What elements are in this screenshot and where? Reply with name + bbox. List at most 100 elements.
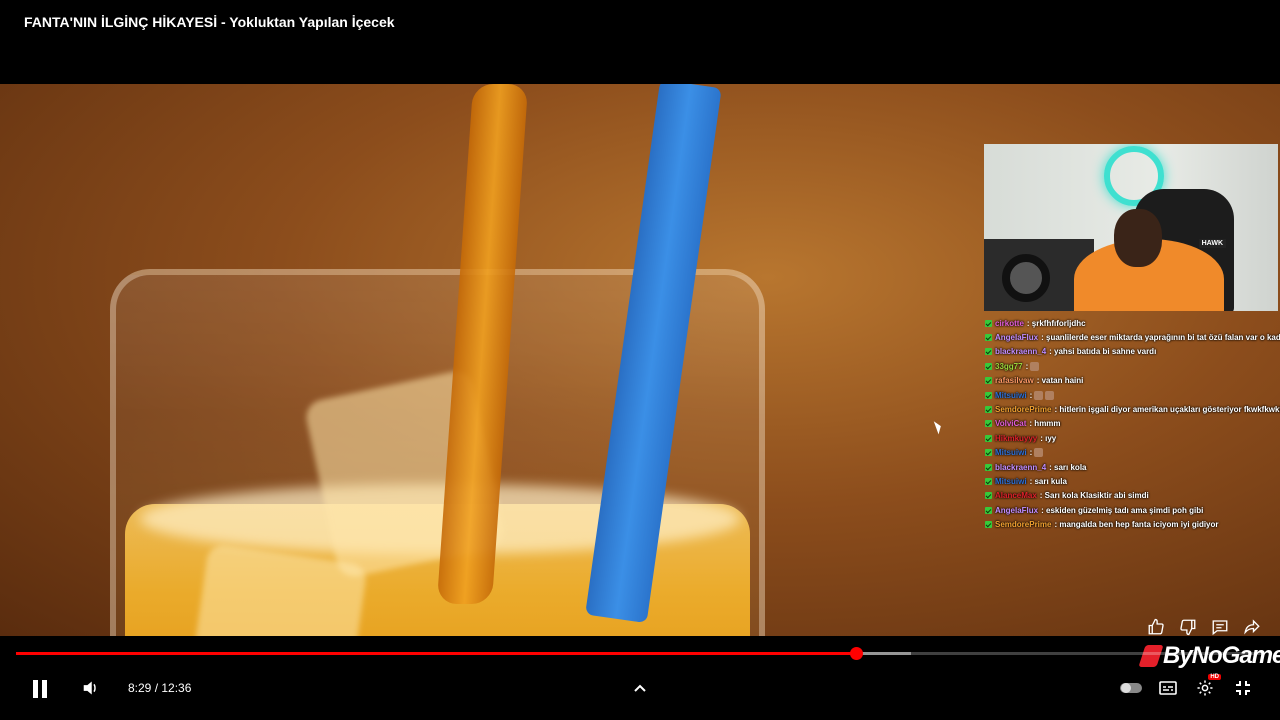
chat-text: : (1029, 390, 1033, 400)
subscriber-badge-icon (985, 506, 992, 514)
chat-username: AlanceMax (995, 491, 1037, 501)
pause-button[interactable] (26, 675, 54, 703)
thumbs-down-icon (1180, 619, 1196, 636)
chat-username: SemdorePrime (995, 405, 1052, 415)
comment-icon (1212, 620, 1228, 636)
subscriber-badge-icon (985, 391, 992, 399)
chat-message: Mitsuiwi: sarı kula (985, 474, 1280, 488)
chat-text: : ıyy (1040, 433, 1057, 443)
progress-scrubber-handle[interactable] (849, 647, 863, 660)
chat-username: Mitsuiwi (995, 448, 1027, 458)
exit-fullscreen-button[interactable] (1230, 676, 1256, 700)
subscriber-badge-icon (985, 362, 992, 370)
steering-wheel-image (1002, 254, 1050, 302)
chat-text: : vatan haini (1036, 376, 1084, 386)
chat-text: : eskiden güzelmiş tadı ama şimdi poh gi… (1041, 505, 1204, 515)
chat-username: blackraenn_4 (995, 462, 1047, 472)
chat-message: blackraenn_4: yahsi batıda bi sahne vard… (985, 345, 1280, 359)
hd-badge: HD (1208, 674, 1221, 680)
autoplay-toggle-icon (1120, 683, 1142, 693)
emote-icon (1034, 390, 1044, 400)
chat-message: blackraenn_4: sarı kola (985, 460, 1280, 474)
subtitles-icon (1159, 681, 1177, 695)
chat-message: 33gg77: (985, 359, 1280, 373)
webcam-overlay: HAWK (984, 144, 1278, 311)
share-icon (1244, 619, 1260, 635)
expand-button[interactable] (628, 677, 652, 699)
chevron-up-icon (634, 684, 646, 692)
subscriber-badge-icon (985, 463, 992, 471)
chat-username: SemdorePrime (995, 520, 1052, 530)
chat-username: Mitsuiwi (995, 476, 1027, 486)
chat-username: rafasilvaw (995, 376, 1034, 386)
chat-message: AngelaFlux: eskiden güzelmiş tadı ama şi… (985, 503, 1280, 517)
subscriber-badge-icon (985, 420, 992, 428)
streamer-head-image (1114, 209, 1162, 267)
player-controls: 8:29 / 12:36 HD (0, 665, 1280, 720)
chat-overlay: cirkotte: şrkfhfıforljdhc AngelaFlux: şu… (985, 316, 1280, 532)
settings-icon (1197, 680, 1213, 696)
chat-message: Mitsuiwi: (985, 446, 1280, 460)
autoplay-toggle[interactable] (1118, 678, 1144, 698)
subscriber-badge-icon (985, 334, 992, 342)
emote-icon (1045, 390, 1055, 400)
chat-text: : sarı kola (1049, 462, 1087, 472)
title-bar: FANTA'NIN İLGİNÇ HİKAYESİ - Yokluktan Ya… (0, 0, 1280, 84)
dislike-button[interactable] (1174, 615, 1202, 639)
chat-text: : sarı kula (1029, 476, 1067, 486)
chat-message: rafasilvaw: vatan haini (985, 374, 1280, 388)
chat-username: AngelaFlux (995, 505, 1039, 515)
pause-icon (33, 680, 47, 698)
chat-text: : şuanlilerde eser miktarda yaprağının b… (1041, 333, 1280, 343)
subscriber-badge-icon (985, 348, 992, 356)
chat-text: : mangalda ben hep fanta iciyom iyi gidi… (1054, 520, 1219, 530)
emote-icon (1030, 361, 1040, 371)
chat-text: : hitlerin işgali diyor amerikan uçaklar… (1054, 405, 1280, 415)
chat-text: : Sarı kola Klasiktir abi simdi (1039, 491, 1149, 501)
chat-text: : (1025, 361, 1029, 371)
subscriber-badge-icon (985, 377, 992, 385)
chat-message: AngelaFlux: şuanlilerde eser miktarda ya… (985, 330, 1280, 344)
time-display: 8:29 / 12:36 (128, 681, 192, 695)
subscriber-badge-icon (985, 449, 992, 457)
chair-brand-label: HAWK (1198, 239, 1226, 248)
like-button[interactable] (1142, 615, 1170, 639)
chat-message: SemdorePrime: hitlerin işgali diyor amer… (985, 402, 1280, 416)
settings-button[interactable]: HD (1192, 674, 1221, 700)
exit-fullscreen-icon (1236, 681, 1250, 695)
subscriber-badge-icon (985, 521, 992, 529)
chat-username: AngelaFlux (995, 333, 1039, 343)
chat-username: Mitsuiwi (995, 390, 1027, 400)
chat-message: Hikmkuyyy: ıyy (985, 431, 1280, 445)
progress-played (16, 652, 856, 655)
emote-icon (1034, 448, 1044, 458)
chat-text: : şrkfhfıforljdhc (1026, 318, 1086, 328)
chat-text: : hmmm (1029, 419, 1061, 429)
chat-text: : (1029, 448, 1033, 458)
volume-button[interactable] (78, 675, 104, 701)
chat-username: 33gg77 (995, 361, 1023, 371)
volume-icon (83, 681, 96, 695)
share-button[interactable] (1238, 615, 1266, 639)
chat-username: Hikmkuyyy (995, 433, 1038, 443)
subscriber-badge-icon (985, 319, 992, 327)
chat-username: VolviCat (995, 419, 1027, 429)
thumbs-up-icon (1148, 618, 1164, 635)
subscriber-badge-icon (985, 492, 992, 500)
chat-username: blackraenn_4 (995, 347, 1047, 357)
video-title[interactable]: FANTA'NIN İLGİNÇ HİKAYESİ - Yokluktan Ya… (24, 14, 395, 30)
video-actions (1142, 615, 1266, 639)
subtitles-button[interactable] (1155, 677, 1181, 699)
chat-username: cirkotte (995, 318, 1024, 328)
chat-text: : yahsi batıda bi sahne vardı (1049, 347, 1157, 357)
subscriber-badge-icon (985, 406, 992, 414)
chat-message: SemdorePrime: mangalda ben hep fanta ici… (985, 517, 1280, 531)
bynogame-logo-icon (1138, 645, 1164, 667)
chat-message: Mitsuiwi: (985, 388, 1280, 402)
chat-message: cirkotte: şrkfhfıforljdhc (985, 316, 1280, 330)
subscriber-badge-icon (985, 434, 992, 442)
chat-message: VolviCat: hmmm (985, 417, 1280, 431)
chat-message: AlanceMax: Sarı kola Klasiktir abi simdi (985, 489, 1280, 503)
subscriber-badge-icon (985, 477, 992, 485)
comments-button[interactable] (1206, 615, 1234, 639)
